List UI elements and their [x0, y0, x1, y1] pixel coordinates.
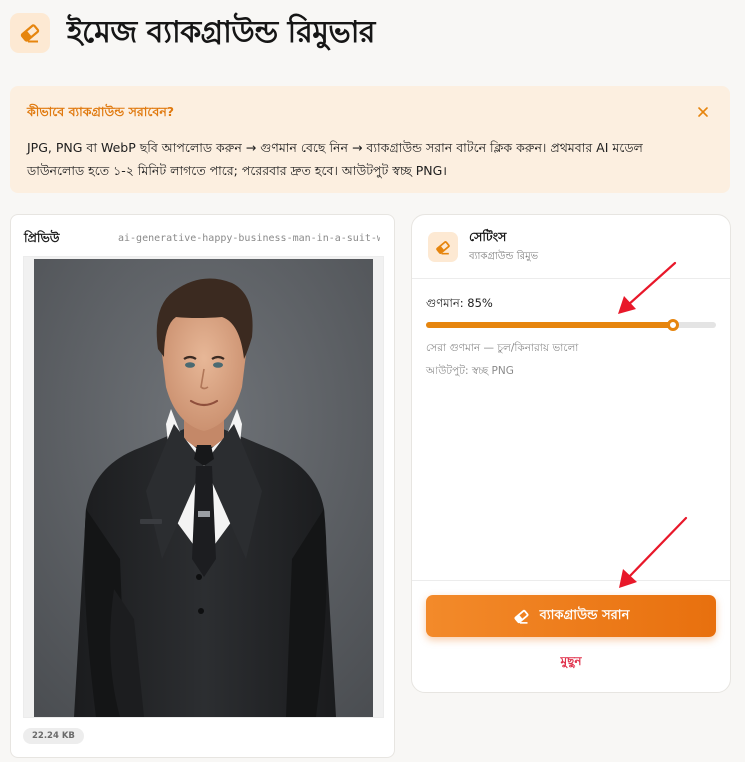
settings-subtitle: ব্যাকগ্রাউন্ড রিমুভ — [469, 251, 539, 262]
remove-background-label: ব্যাকগ্রাউন্ড সরান — [539, 607, 630, 623]
page-title: ইমেজ ব্যাকগ্রাউন্ড রিমুভার — [67, 14, 375, 50]
output-hint: আউটপুট: স্বচ্ছ PNG — [426, 365, 514, 377]
quality-hint: সেরা গুণমান — চুল/কিনারায় ভালো — [426, 342, 579, 354]
remove-background-button[interactable]: ব্যাকগ্রাউন্ড সরান — [426, 595, 716, 637]
clear-button[interactable]: মুছুন — [412, 653, 730, 673]
quality-label: গুণমান: 85% — [426, 296, 493, 310]
eraser-icon — [514, 609, 529, 624]
file-size-badge: 22.24 KB — [23, 728, 84, 744]
how-to-panel: কীভাবে ব্যাকগ্রাউন্ড সরাবেন? JPG, PNG বা… — [10, 86, 730, 193]
close-icon[interactable] — [695, 104, 711, 120]
divider — [412, 278, 730, 279]
preview-label: প্রিভিউ — [24, 230, 60, 245]
how-to-text: JPG, PNG বা WebP ছবি আপলোড করুন → গুণমান… — [27, 140, 643, 178]
preview-image-frame — [23, 256, 384, 718]
eraser-icon — [436, 240, 450, 254]
page-header: ইমেজ ব্যাকগ্রাউন্ড রিমুভার — [10, 12, 375, 54]
preview-card: প্রিভিউ ai-generative-happy-business-man… — [10, 214, 395, 758]
settings-icon-box — [428, 232, 458, 262]
quality-slider-thumb[interactable] — [666, 319, 679, 331]
settings-title: সেটিংস — [469, 229, 507, 244]
divider — [412, 580, 730, 581]
how-to-title: কীভাবে ব্যাকগ্রাউন্ড সরাবেন? — [27, 104, 175, 119]
eraser-icon — [20, 24, 40, 43]
preview-photo — [34, 259, 373, 717]
quality-slider[interactable] — [426, 319, 716, 331]
quality-slider-fill — [426, 322, 673, 328]
preview-filename: ai-generative-happy-business-man-in-a-su… — [118, 233, 380, 244]
settings-card: সেটিংস ব্যাকগ্রাউন্ড রিমুভ গুণমান: 85% স… — [411, 214, 731, 693]
logo — [10, 13, 50, 53]
